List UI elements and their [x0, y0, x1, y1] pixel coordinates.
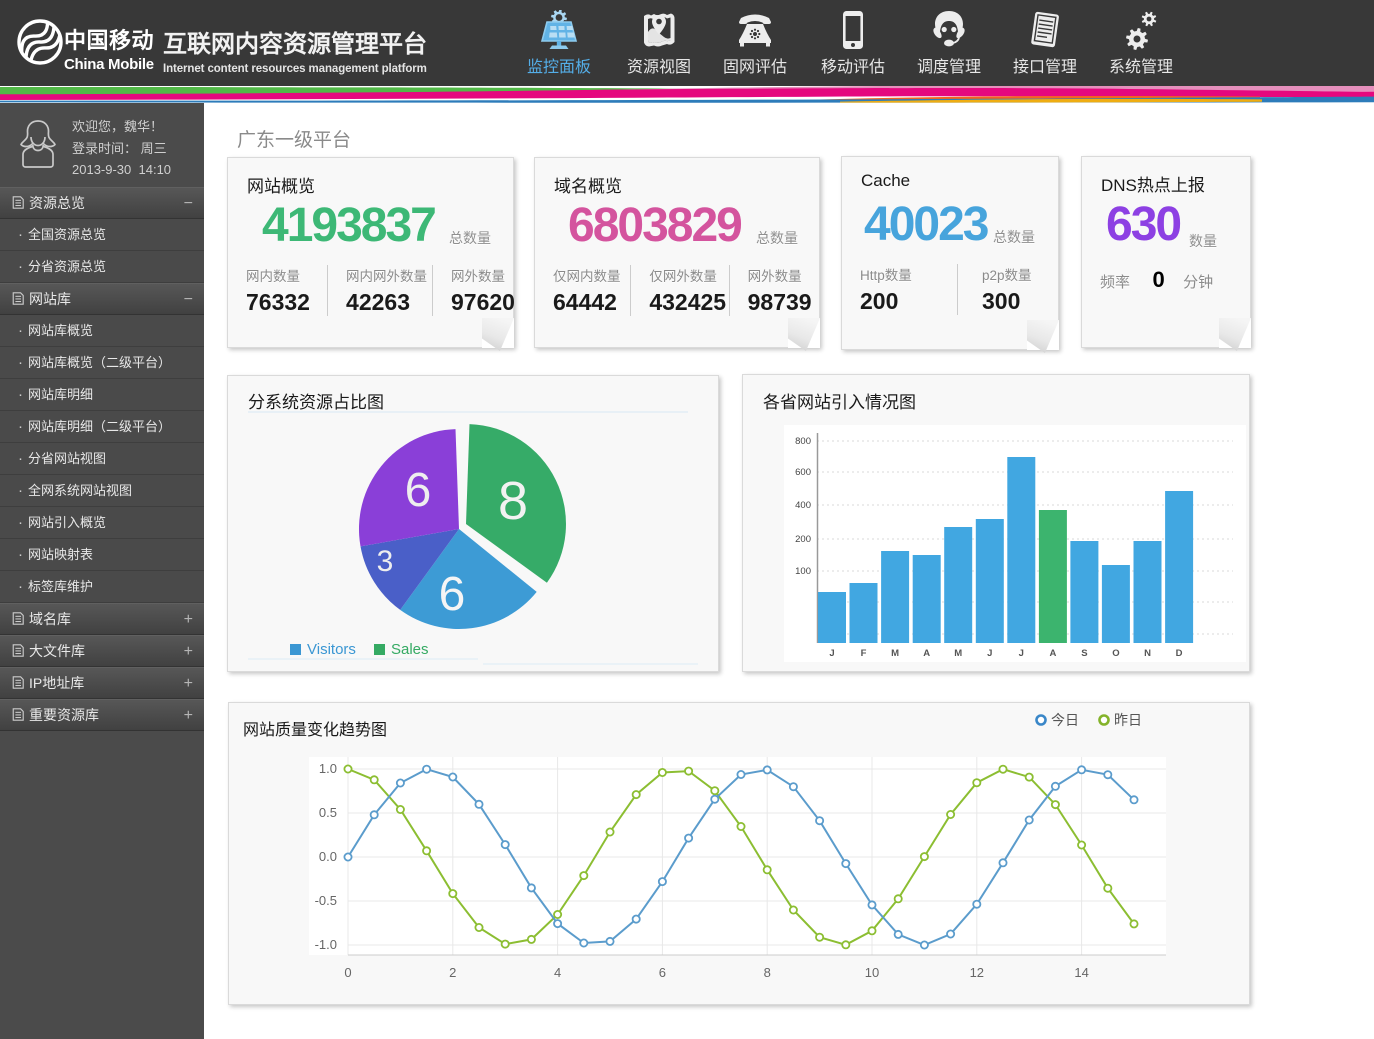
- svg-text:3: 3: [377, 545, 394, 578]
- svg-text:N: N: [1144, 648, 1151, 659]
- svg-text:8: 8: [498, 471, 528, 531]
- svg-text:Sales: Sales: [391, 641, 429, 658]
- svg-text:0: 0: [344, 965, 351, 980]
- svg-text:J: J: [829, 648, 834, 659]
- svg-text:昨日: 昨日: [1114, 712, 1142, 728]
- svg-text:A: A: [923, 648, 930, 659]
- svg-text:12: 12: [970, 965, 984, 980]
- svg-text:D: D: [1176, 648, 1183, 659]
- svg-text:6: 6: [439, 568, 466, 621]
- svg-text:4: 4: [554, 965, 561, 980]
- svg-text:A: A: [1049, 648, 1056, 659]
- svg-text:6: 6: [405, 464, 432, 517]
- svg-text:2: 2: [449, 965, 456, 980]
- svg-text:100: 100: [795, 566, 811, 577]
- svg-text:-1.0: -1.0: [315, 937, 337, 952]
- svg-text:800: 800: [795, 436, 811, 447]
- svg-text:8: 8: [764, 965, 771, 980]
- svg-text:M: M: [891, 648, 899, 659]
- svg-text:1.0: 1.0: [319, 761, 337, 776]
- svg-text:0.5: 0.5: [319, 805, 337, 820]
- svg-text:M: M: [954, 648, 962, 659]
- svg-text:Visitors: Visitors: [307, 641, 356, 658]
- svg-text:S: S: [1081, 648, 1087, 659]
- svg-text:今日: 今日: [1051, 712, 1079, 728]
- svg-text:14: 14: [1074, 965, 1088, 980]
- svg-text:O: O: [1112, 648, 1119, 659]
- svg-text:400: 400: [795, 500, 811, 511]
- svg-text:J: J: [1019, 648, 1024, 659]
- svg-text:-0.5: -0.5: [315, 893, 337, 908]
- svg-text:600: 600: [795, 467, 811, 478]
- svg-text:6: 6: [659, 965, 666, 980]
- svg-text:10: 10: [865, 965, 879, 980]
- svg-text:200: 200: [795, 534, 811, 545]
- svg-text:J: J: [987, 648, 992, 659]
- svg-text:0.0: 0.0: [319, 849, 337, 864]
- svg-text:F: F: [861, 648, 867, 659]
